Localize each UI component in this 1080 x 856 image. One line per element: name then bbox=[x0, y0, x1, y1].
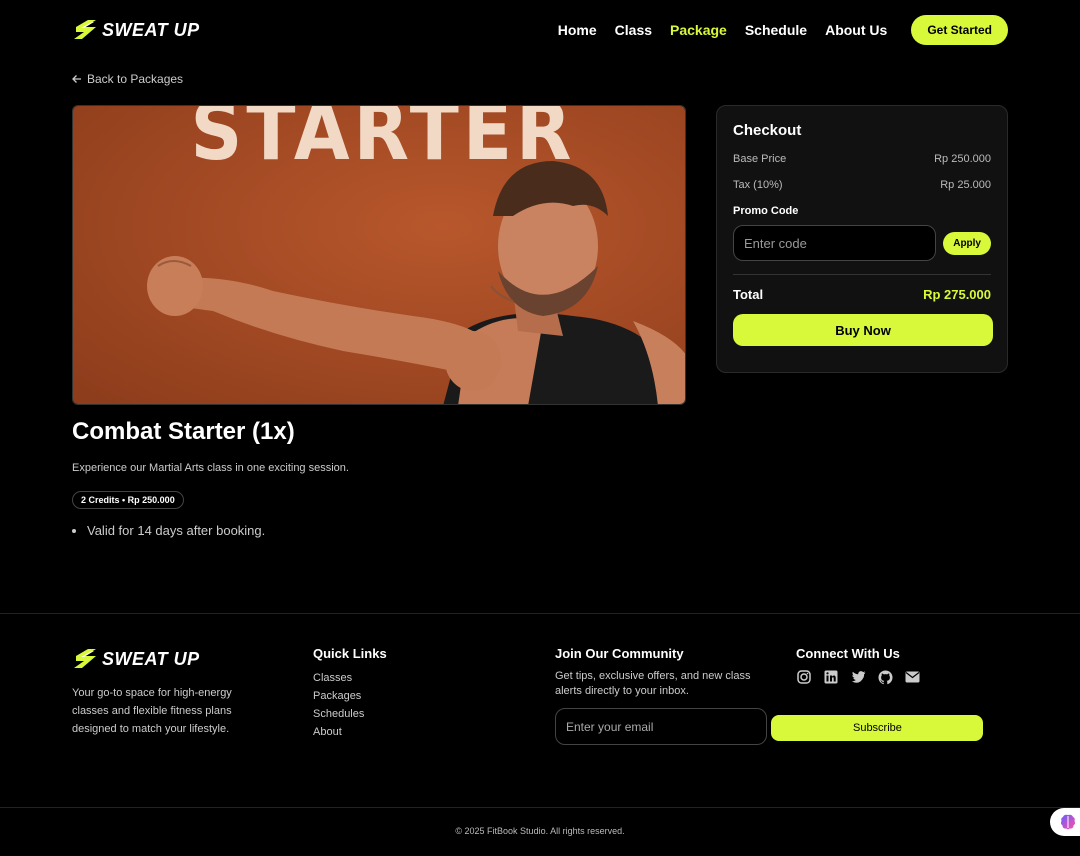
social-links bbox=[796, 669, 920, 685]
nav-about-us[interactable]: About Us bbox=[825, 22, 887, 38]
logo-mark-icon bbox=[74, 20, 96, 39]
back-link-label: Back to Packages bbox=[87, 72, 184, 86]
checkout-divider bbox=[733, 274, 991, 275]
connect-title: Connect With Us bbox=[796, 646, 900, 661]
footer-link-classes[interactable]: Classes bbox=[313, 669, 387, 687]
nav-package[interactable]: Package bbox=[670, 22, 727, 38]
tax-row: Tax (10%) Rp 25.000 bbox=[733, 179, 991, 191]
package-title: Combat Starter (1x) bbox=[72, 418, 295, 445]
main-nav: Home Class Package Schedule About Us Get… bbox=[558, 15, 1008, 45]
boxer-illustration: STARTER bbox=[73, 106, 685, 404]
community-text: Get tips, exclusive offers, and new clas… bbox=[555, 670, 751, 697]
linkedin-icon[interactable] bbox=[823, 669, 839, 685]
brain-icon bbox=[1060, 814, 1076, 830]
instagram-icon[interactable] bbox=[796, 669, 812, 685]
nav-class[interactable]: Class bbox=[615, 22, 652, 38]
footer-quick-links: Quick Links Classes Packages Schedules A… bbox=[313, 646, 387, 741]
tax-value: Rp 25.000 bbox=[940, 179, 991, 191]
footer-link-about[interactable]: About bbox=[313, 723, 387, 741]
footer-brand-name: SWEAT UP bbox=[102, 648, 200, 669]
total-label: Total bbox=[733, 287, 764, 302]
subscribe-button[interactable]: Subscribe bbox=[771, 714, 984, 741]
total-row: Total Rp 275.000 bbox=[733, 287, 991, 302]
nav-home[interactable]: Home bbox=[558, 22, 597, 38]
checkout-title: Checkout bbox=[733, 122, 802, 139]
arrow-left-icon bbox=[72, 75, 81, 83]
feature-item: Valid for 14 days after booking. bbox=[87, 523, 265, 538]
footer-connect: Connect With Us bbox=[796, 646, 920, 685]
github-icon[interactable] bbox=[877, 669, 893, 685]
base-price-label: Base Price bbox=[733, 153, 787, 165]
get-started-button[interactable]: Get Started bbox=[911, 15, 1008, 45]
base-price-value: Rp 250.000 bbox=[934, 153, 991, 165]
credits-badge: 2 Credits • Rp 250.000 bbox=[72, 491, 184, 509]
apply-promo-button[interactable]: Apply bbox=[943, 231, 991, 255]
back-to-packages-link[interactable]: Back to Packages bbox=[72, 72, 183, 86]
footer-bottom-divider bbox=[0, 807, 1080, 808]
promo-code-group: Apply bbox=[733, 225, 991, 261]
total-value: Rp 275.000 bbox=[923, 287, 991, 302]
promo-code-label: Promo Code bbox=[733, 205, 799, 217]
package-hero-image: STARTER bbox=[72, 105, 686, 405]
package-features: Valid for 14 days after booking. bbox=[87, 523, 265, 538]
tax-label: Tax (10%) bbox=[733, 179, 783, 191]
brand-name: SWEAT UP bbox=[102, 19, 200, 40]
package-description: Experience our Martial Arts class in one… bbox=[72, 462, 349, 474]
brand-logo[interactable]: SWEAT UP bbox=[72, 17, 200, 43]
base-price-row: Base Price Rp 250.000 bbox=[733, 153, 991, 165]
assistant-floating-button[interactable] bbox=[1050, 808, 1080, 836]
buy-now-button[interactable]: Buy Now bbox=[733, 314, 993, 346]
nav-schedule[interactable]: Schedule bbox=[745, 22, 807, 38]
footer-about: SWEAT UP Your go-to space for high-energ… bbox=[72, 646, 262, 738]
quick-links-title: Quick Links bbox=[313, 646, 387, 661]
footer-divider bbox=[0, 613, 1080, 614]
twitter-icon[interactable] bbox=[850, 669, 866, 685]
footer-link-packages[interactable]: Packages bbox=[313, 687, 387, 705]
checkout-card: Checkout Base Price Rp 250.000 Tax (10%)… bbox=[716, 105, 1008, 373]
mail-icon[interactable] bbox=[904, 669, 920, 685]
promo-code-input[interactable] bbox=[733, 225, 937, 261]
hero-word: STARTER bbox=[191, 106, 576, 178]
site-header: SWEAT UP Home Class Package Schedule Abo… bbox=[72, 14, 1008, 46]
newsletter-email-input[interactable] bbox=[555, 708, 767, 745]
footer-link-schedules[interactable]: Schedules bbox=[313, 705, 387, 723]
footer-about-text: Your go-to space for high-energy classes… bbox=[72, 687, 232, 735]
copyright-text: © 2025 FitBook Studio. All rights reserv… bbox=[455, 826, 625, 836]
footer-logo[interactable]: SWEAT UP bbox=[72, 646, 262, 672]
logo-mark-icon bbox=[74, 649, 96, 668]
